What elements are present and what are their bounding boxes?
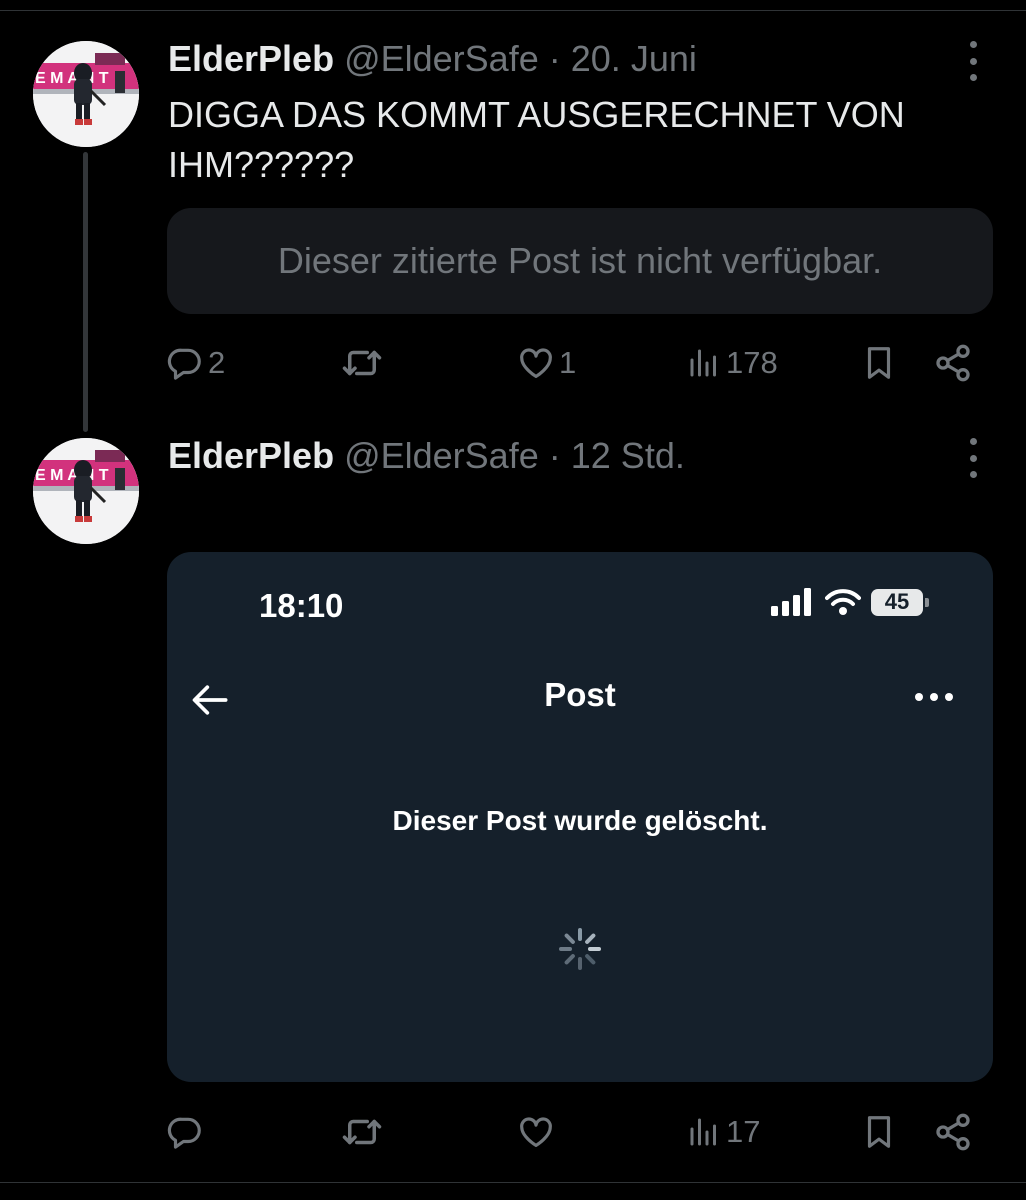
heart-icon [517, 344, 555, 382]
more-vertical-icon[interactable] [961, 438, 985, 478]
display-name[interactable]: ElderPleb [168, 38, 334, 79]
views-button[interactable]: 178 [686, 338, 778, 388]
share-icon [933, 343, 973, 383]
timestamp[interactable]: 20. Juni [571, 38, 697, 79]
loading-spinner-icon [559, 928, 601, 970]
wifi-icon [825, 589, 861, 615]
timeline: ElderPleb @ElderSafe · 20. Juni DIGGA DA… [0, 0, 1026, 1200]
reply-icon [166, 1113, 204, 1151]
share-icon [933, 1112, 973, 1152]
separator: · [548, 435, 561, 476]
handle[interactable]: @ElderSafe [344, 38, 539, 79]
avatar[interactable] [33, 41, 139, 147]
quote-unavailable-text: Dieser zitierte Post ist nicht verfügbar… [277, 240, 883, 281]
media-screenshot[interactable]: 18:10 45 Post Dieser Post wurde gelöscht… [167, 552, 993, 1082]
views-chart-icon [686, 1114, 722, 1150]
avatar[interactable] [33, 438, 139, 544]
action-bar: 17 [0, 1107, 1026, 1157]
tweet-header: ElderPleb @ElderSafe · 20. Juni [168, 38, 697, 80]
reply-icon [166, 344, 204, 382]
action-bar: 2 1 178 [0, 338, 1026, 388]
like-button[interactable] [517, 1107, 559, 1157]
deleted-message: Dieser Post wurde gelöscht. [392, 805, 768, 836]
repost-button[interactable] [341, 338, 387, 388]
status-bar-indicators: 45 [771, 588, 929, 616]
views-chart-icon [686, 345, 722, 381]
thread-connector-line [83, 152, 88, 432]
battery-level: 45 [884, 589, 910, 614]
reply-count: 2 [208, 345, 226, 380]
view-count: 178 [726, 345, 778, 380]
page-title: Post [544, 676, 616, 713]
tweet-text: DIGGA DAS KOMMT AUSGERECHNET VON IHM????… [168, 94, 905, 185]
more-vertical-icon[interactable] [961, 41, 985, 81]
view-count: 17 [726, 1114, 761, 1149]
heart-icon [517, 1113, 555, 1151]
bookmark-icon [860, 344, 898, 382]
views-button[interactable]: 17 [686, 1107, 760, 1157]
tweet-header: ElderPleb @ElderSafe · 12 Std. [168, 435, 685, 477]
like-button[interactable]: 1 [517, 338, 576, 388]
divider [0, 1182, 1026, 1183]
more-horizontal-icon [915, 693, 953, 701]
battery-icon: 45 [871, 588, 929, 616]
repost-icon [341, 342, 383, 384]
quoted-post-unavailable: Dieser zitierte Post ist nicht verfügbar… [167, 208, 993, 314]
display-name[interactable]: ElderPleb [168, 435, 334, 476]
handle[interactable]: @ElderSafe [344, 435, 539, 476]
status-bar-time: 18:10 [259, 587, 344, 624]
share-button[interactable] [933, 338, 973, 388]
reply-button[interactable] [166, 1107, 208, 1157]
repost-icon [341, 1111, 383, 1153]
share-button[interactable] [933, 1107, 973, 1157]
like-count: 1 [559, 345, 577, 380]
reply-button[interactable]: 2 [166, 338, 225, 388]
repost-button[interactable] [341, 1107, 387, 1157]
bookmark-icon [860, 1113, 898, 1151]
cellular-signal-icon [771, 588, 811, 616]
separator: · [548, 38, 561, 79]
divider [0, 10, 1026, 11]
timestamp[interactable]: 12 Std. [571, 435, 685, 476]
bookmark-button[interactable] [860, 1107, 898, 1157]
bookmark-button[interactable] [860, 338, 898, 388]
